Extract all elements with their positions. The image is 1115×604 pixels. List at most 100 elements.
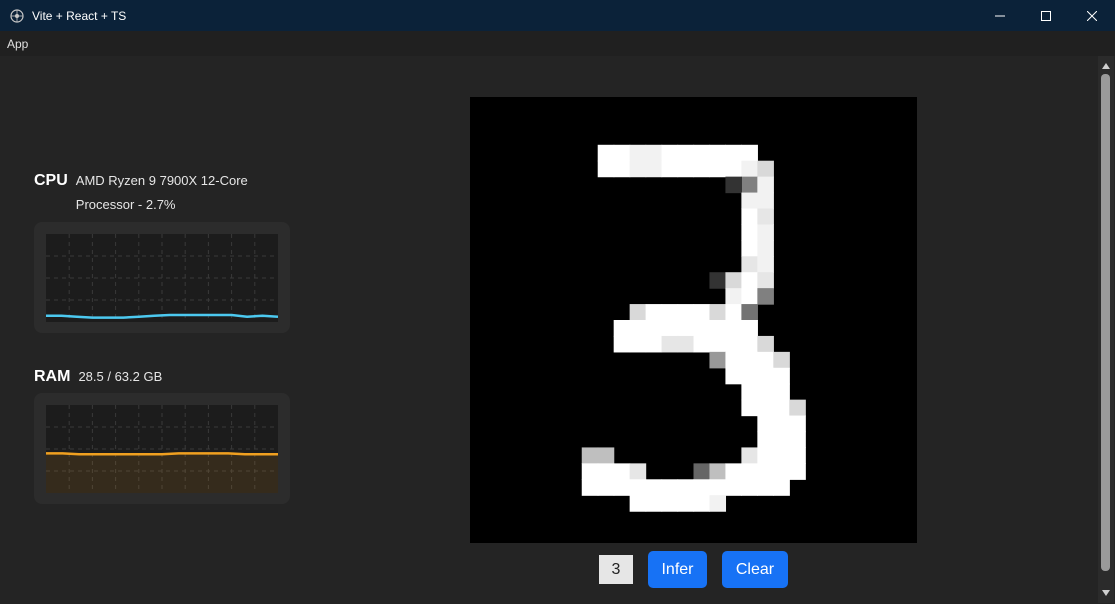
digit-pixel (741, 160, 758, 178)
scroll-up-arrow-icon[interactable] (1098, 58, 1114, 74)
digit-pixel (629, 479, 647, 496)
digit-pixel (773, 447, 790, 464)
digit-pixel (645, 320, 663, 337)
digit-pixel (741, 208, 758, 226)
digit-pixel (709, 335, 727, 353)
digit-pixel (773, 383, 790, 401)
digit-pixel (757, 192, 774, 210)
digit-pixel (773, 431, 790, 449)
digit-pixel (629, 495, 647, 512)
digit-pixel (613, 144, 631, 162)
minimize-button[interactable] (977, 0, 1023, 31)
digit-pixel (677, 320, 695, 337)
digit-pixel (757, 160, 774, 178)
controls-row: 3 Infer Clear (1, 551, 1097, 588)
digit-pixel (725, 288, 742, 305)
digit-pixel (757, 288, 774, 305)
digit-pixel (597, 479, 615, 496)
digit-pixel (757, 399, 774, 417)
digit-pixel (757, 176, 774, 194)
maximize-button[interactable] (1023, 0, 1069, 31)
digit-pixel (661, 479, 679, 496)
digit-pixel (709, 351, 727, 369)
close-button[interactable] (1069, 0, 1115, 31)
digit-pixel (757, 415, 774, 433)
digit-pixel (613, 463, 631, 480)
digit-pixel (773, 367, 790, 385)
digit-pixel (789, 431, 806, 449)
digit-pixel (661, 304, 679, 321)
digit-pixel (581, 479, 599, 496)
drawing-canvas[interactable] (470, 97, 917, 543)
digit-pixel (597, 463, 615, 480)
menu-bar: App (0, 31, 1115, 56)
digit-pixel (725, 351, 742, 369)
ram-graph (34, 393, 290, 504)
app-icon (10, 8, 24, 23)
digit-pixel (757, 272, 774, 289)
clear-button[interactable]: Clear (722, 551, 788, 588)
digit-pixel (661, 495, 679, 512)
cpu-stat: CPU AMD Ryzen 9 7900X 12-Core Processor … (34, 171, 266, 217)
digit-pixel (677, 144, 695, 162)
digit-pixel (741, 383, 758, 401)
digit-pixel (661, 320, 679, 337)
cpu-detail: AMD Ryzen 9 7900X 12-Core Processor - 2.… (75, 173, 248, 212)
digit-pixel (597, 144, 615, 162)
digit-pixel (645, 160, 663, 178)
cpu-label: CPU (34, 172, 68, 189)
digit-pixel (709, 144, 727, 162)
ram-label: RAM (34, 368, 71, 385)
digit-pixel (741, 224, 758, 241)
digit-pixel (725, 463, 742, 480)
digit-pixel (741, 399, 758, 417)
digit-pixel (693, 335, 711, 353)
digit-pixel (789, 463, 806, 480)
digit-pixel (741, 176, 758, 194)
digit-pixel (741, 192, 758, 210)
digit-pixel (757, 240, 774, 257)
digit-pixel (741, 463, 758, 480)
digit-pixel (661, 144, 679, 162)
digit-pixel (597, 160, 615, 178)
scrollbar-thumb[interactable] (1101, 74, 1110, 571)
digit-pixel (613, 160, 631, 178)
window-title: Vite + React + TS (32, 8, 127, 23)
digit-pixel (661, 160, 679, 178)
digit-pixel (677, 335, 695, 353)
ram-usage-chart (46, 405, 278, 493)
digit-pixel (757, 208, 774, 226)
digit-pixel (693, 479, 711, 496)
digit-pixel (645, 144, 663, 162)
cpu-graph (34, 222, 290, 333)
scroll-down-arrow-icon[interactable] (1098, 585, 1114, 601)
menu-item-app[interactable]: App (0, 37, 35, 51)
digit-pixel (645, 479, 663, 496)
digit-pixel (789, 415, 806, 433)
digit-pixel (613, 320, 631, 337)
close-icon (1087, 10, 1097, 21)
title-bar: Vite + React + TS (0, 0, 1115, 31)
digit-pixel (645, 495, 663, 512)
digit-pixel (725, 176, 742, 194)
digit-pixel (677, 160, 695, 178)
digit-pixel (597, 447, 615, 464)
digit-pixel (789, 447, 806, 464)
infer-button[interactable]: Infer (648, 551, 707, 588)
cpu-usage-chart (46, 234, 278, 322)
digit-pixel (709, 479, 727, 496)
digit-pixel (741, 447, 758, 464)
digit-pixel (757, 463, 774, 480)
ram-line (46, 452, 278, 456)
digit-pixel (693, 463, 711, 480)
digit-pixel (773, 415, 790, 433)
vertical-scrollbar[interactable] (1098, 56, 1114, 603)
digit-pixel (645, 304, 663, 321)
digit-pixel (677, 304, 695, 321)
digit-pixel (757, 351, 774, 369)
digit-pixel (725, 320, 742, 337)
ram-detail: 28.5 / 63.2 GB (78, 369, 163, 384)
digit-pixel (725, 272, 742, 289)
digit-pixel (629, 335, 647, 353)
prediction-output: 3 (599, 555, 633, 584)
